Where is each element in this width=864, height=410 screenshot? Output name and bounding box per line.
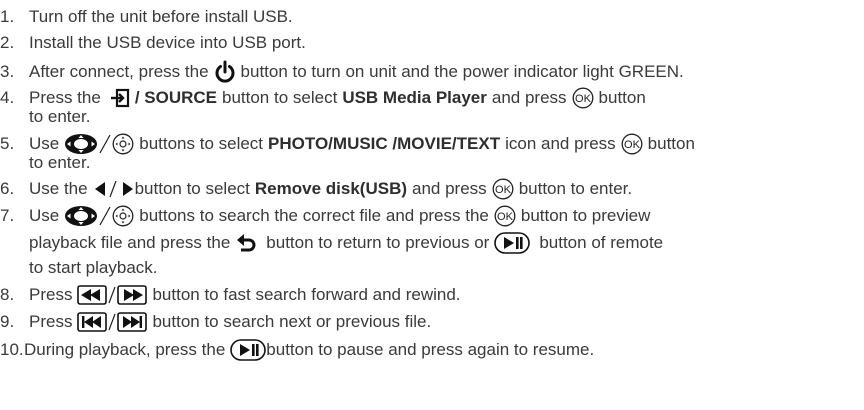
step-text: button to fast search forward and rewind…: [152, 285, 461, 304]
return-icon: [235, 233, 257, 253]
step-number: 5.: [0, 134, 15, 153]
step-text: icon and press: [505, 134, 616, 153]
step-number: 1.: [0, 7, 15, 26]
left-right-arrow-icon: [93, 179, 135, 199]
step-4: 4. Press the / SOURCE button to select U…: [0, 87, 646, 109]
step-7: 7. Use buttons to search the correct fil…: [0, 205, 650, 227]
step-text: During playback, press the: [24, 340, 226, 359]
fast-forward-icon: [117, 285, 148, 305]
step-text: Use the: [29, 179, 88, 198]
play-pause-icon: [494, 232, 531, 254]
step-text: button to preview: [520, 206, 651, 225]
dpad-navigation-icon: [64, 205, 98, 227]
step-number: 3.: [0, 62, 15, 81]
step-text: button of remote: [539, 233, 664, 252]
step-text: Turn off the unit before install USB.: [29, 7, 293, 26]
step-text: and press: [491, 88, 567, 107]
instruction-document: 1. Turn off the unit before install USB.…: [0, 0, 864, 410]
step-text: button: [598, 88, 646, 107]
step-number: 8.: [0, 285, 15, 304]
step-7-continuation-2: to start playback.: [0, 258, 158, 278]
step-7-continuation-1: playback file and press the button to re…: [0, 232, 663, 254]
play-pause-icon: [230, 339, 267, 361]
svg-text:OK: OK: [495, 184, 512, 196]
target-label: PHOTO/MUSIC /MOVIE/TEXT: [268, 134, 501, 153]
ok-button-icon: OK: [621, 133, 643, 155]
step-text: Use: [29, 206, 60, 225]
next-icon: [117, 312, 148, 332]
slash-separator-icon: [107, 285, 117, 305]
step-text: buttons to search the correct file and p…: [139, 206, 489, 225]
step-text: buttons to select: [139, 134, 264, 153]
svg-text:OK: OK: [624, 139, 641, 151]
dpad-navigation-icon: [64, 133, 98, 155]
target-label: USB Media Player: [342, 88, 487, 107]
step-text: to start playback.: [29, 258, 158, 277]
step-text: Use: [29, 134, 60, 153]
slash-separator-icon: [98, 205, 112, 227]
step-text: After connect, press the: [29, 62, 209, 81]
step-3: 3. After connect, press the button to tu…: [0, 60, 684, 84]
joystick-icon: [112, 133, 134, 155]
step-5-continuation: to enter.: [0, 153, 90, 173]
step-number: 10.: [0, 340, 24, 359]
step-text: button to turn on unit and the power ind…: [240, 62, 684, 81]
ok-button-icon: OK: [492, 178, 514, 200]
step-text: button to pause and press again to resum…: [266, 340, 595, 359]
step-8: 8. Press button to fast search forward a…: [0, 285, 461, 305]
step-text: playback file and press the: [29, 233, 231, 252]
svg-text:OK: OK: [497, 211, 514, 223]
step-text: button to select: [222, 88, 338, 107]
step-text: button to return to previous or: [266, 233, 490, 252]
step-number: 2.: [0, 33, 15, 52]
source-input-icon: [110, 88, 130, 108]
slash-separator-icon: [107, 312, 117, 332]
step-text: Press: [29, 285, 73, 304]
step-9: 9. Press button to search next or previo…: [0, 312, 431, 332]
joystick-icon: [112, 205, 134, 227]
power-icon: [214, 60, 236, 84]
ok-button-icon: OK: [494, 205, 516, 227]
previous-icon: [77, 312, 108, 332]
step-text: and press: [412, 179, 487, 198]
step-text: button to select: [134, 179, 250, 198]
svg-text:OK: OK: [575, 93, 592, 105]
step-5: 5. Use buttons to select PHOTO/MUSIC /MO…: [0, 133, 695, 155]
step-text: Install the USB device into USB port.: [29, 33, 306, 52]
step-number: 9.: [0, 312, 15, 331]
step-text: button to enter.: [518, 179, 633, 198]
step-1: 1. Turn off the unit before install USB.: [0, 7, 293, 27]
rewind-icon: [77, 285, 108, 305]
step-text: to enter.: [29, 107, 91, 126]
step-number: 7.: [0, 206, 15, 225]
step-4-continuation: to enter.: [0, 107, 90, 127]
step-text: Press the: [29, 88, 101, 107]
ok-button-icon: OK: [572, 87, 594, 109]
step-text: button to search next or previous file.: [152, 312, 432, 331]
target-label: Remove disk(USB): [254, 179, 408, 198]
step-text: to enter.: [29, 153, 91, 172]
step-text: Press: [29, 312, 73, 331]
step-2: 2. Install the USB device into USB port.: [0, 33, 306, 53]
step-text: button: [647, 134, 695, 153]
step-10: 10. During playback, press the button to…: [0, 339, 594, 361]
step-6: 6. Use the button to select Remove disk(…: [0, 178, 632, 200]
source-label: / SOURCE: [134, 88, 217, 107]
step-number: 4.: [0, 88, 15, 107]
step-number: 6.: [0, 179, 15, 198]
slash-separator-icon: [98, 133, 112, 155]
